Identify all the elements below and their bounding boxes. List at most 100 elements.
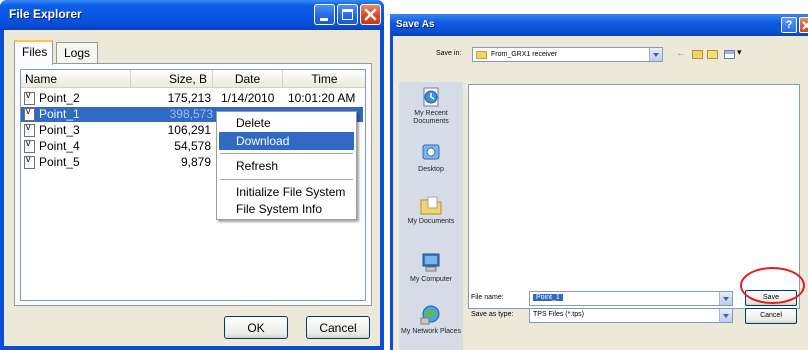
- file-icon: [24, 90, 35, 105]
- place-my-recent-documents[interactable]: My Recent Documents: [399, 86, 463, 126]
- file-name: Point_3: [39, 123, 80, 137]
- save-as-title: Save As: [396, 19, 435, 30]
- place-label: My Network Places: [401, 328, 461, 335]
- tab-files[interactable]: Files: [14, 40, 53, 65]
- recent-documents-icon: [423, 87, 439, 107]
- menu-separator: [220, 179, 353, 180]
- ok-label: OK: [247, 321, 265, 335]
- file-size: 106,291: [167, 123, 211, 137]
- chevron-down-icon[interactable]: [719, 292, 732, 305]
- cancel-button[interactable]: Cancel: [306, 316, 370, 339]
- close-button[interactable]: [360, 4, 381, 25]
- save-as-body: Save in: From_GRX1 receiver ← ▾ My Recen…: [393, 36, 808, 350]
- place-desktop[interactable]: Desktop: [399, 142, 463, 174]
- file-name: Point_5: [39, 155, 80, 169]
- folder-icon: [476, 51, 487, 59]
- chevron-down-icon[interactable]: [719, 309, 732, 322]
- views-dropdown-icon[interactable]: ▾: [737, 47, 742, 58]
- tab-files-label: Files: [22, 45, 48, 59]
- places-bar: My Recent Documents Desktop My Documents: [399, 82, 463, 350]
- context-menu: Delete Download Refresh Initialize File …: [216, 111, 357, 220]
- file-name-value: Point_1: [533, 294, 563, 301]
- menu-item-download-label: Download: [236, 134, 290, 148]
- save-as-cancel-label: Cancel: [760, 312, 782, 319]
- column-time-label: Time: [311, 72, 338, 86]
- column-name-label: Name: [25, 72, 58, 86]
- close-icon: [802, 21, 808, 30]
- place-label: My Recent Documents: [413, 110, 449, 125]
- place-label: My Computer: [409, 276, 452, 283]
- file-name-input[interactable]: Point_1: [529, 291, 733, 306]
- file-explorer-titlebar[interactable]: File Explorer: [0, 0, 384, 30]
- place-my-computer[interactable]: My Computer: [399, 252, 463, 284]
- column-header-name[interactable]: Name: [21, 70, 131, 88]
- file-icon: [24, 154, 35, 169]
- minimize-button[interactable]: [314, 4, 335, 25]
- place-my-network-places[interactable]: My Network Places: [399, 304, 463, 336]
- file-size: 54,578: [174, 139, 211, 153]
- column-header-size[interactable]: Size, B: [131, 70, 213, 88]
- file-size: 175,213: [167, 91, 211, 105]
- up-folder-icon[interactable]: [692, 50, 703, 59]
- save-in-label: Save in:: [436, 50, 462, 57]
- file-name: Point_4: [39, 139, 80, 153]
- chevron-down-icon[interactable]: [649, 48, 662, 61]
- back-icon[interactable]: ←: [676, 48, 686, 59]
- column-size-label: Size, B: [168, 72, 207, 86]
- maximize-icon: [342, 9, 353, 20]
- help-button[interactable]: ?: [781, 17, 797, 33]
- file-explorer-title: File Explorer: [9, 7, 82, 21]
- table-row[interactable]: Point_2 175,213 1/14/2010 10:01:20 AM: [21, 90, 365, 106]
- place-my-documents[interactable]: My Documents: [399, 194, 463, 226]
- menu-item-delete-label: Delete: [236, 116, 271, 130]
- file-icon: [24, 138, 35, 153]
- save-as-window: Save As ? Save in: From_GRX1 receiver ← …: [390, 14, 808, 350]
- file-name-label: File name:: [471, 294, 504, 301]
- place-label: Desktop: [418, 166, 444, 173]
- desktop-icon: [422, 144, 440, 160]
- menu-item-refresh[interactable]: Refresh: [219, 157, 354, 175]
- file-icon: [24, 122, 35, 137]
- save-as-titlebar[interactable]: Save As ?: [390, 14, 808, 36]
- save-as-toolbar: ← ▾: [676, 47, 751, 62]
- tab-logs[interactable]: Logs: [56, 42, 98, 64]
- save-as-type-dropdown[interactable]: TPS Files (*.tps): [529, 308, 733, 323]
- save-highlight-annotation: [740, 267, 805, 304]
- help-icon: ?: [785, 19, 793, 31]
- my-documents-icon: [420, 196, 442, 215]
- menu-item-refresh-label: Refresh: [236, 159, 279, 173]
- menu-item-initialize-file-system[interactable]: Initialize File System: [219, 183, 354, 201]
- save-as-close-button[interactable]: [799, 17, 808, 33]
- menu-item-initialize-label: Initialize File System: [236, 185, 346, 199]
- save-as-type-label: Save as type:: [471, 311, 514, 318]
- menu-separator: [220, 153, 353, 154]
- menu-item-download[interactable]: Download: [219, 132, 354, 150]
- file-icon: [24, 106, 35, 121]
- menu-item-info-label: File System Info: [236, 202, 323, 216]
- file-size: 9,879: [180, 155, 211, 169]
- cancel-label: Cancel: [319, 321, 357, 335]
- menu-item-delete[interactable]: Delete: [219, 114, 354, 132]
- file-name: Point_2: [39, 91, 80, 105]
- network-places-icon: [420, 305, 440, 325]
- save-as-type-value: TPS Files (*.tps): [533, 311, 584, 318]
- tab-logs-label: Logs: [64, 46, 91, 60]
- save-in-value: From_GRX1 receiver: [491, 51, 558, 58]
- minimize-icon: [320, 18, 328, 21]
- ok-button[interactable]: OK: [224, 316, 288, 339]
- file-time: 10:01:20 AM: [288, 91, 356, 105]
- new-folder-icon[interactable]: [707, 50, 718, 59]
- file-name: Point_1: [39, 107, 80, 121]
- save-in-dropdown[interactable]: From_GRX1 receiver: [472, 47, 663, 62]
- views-menu-icon[interactable]: [724, 50, 735, 59]
- column-header-date[interactable]: Date: [213, 70, 283, 88]
- column-header-time[interactable]: Time: [283, 70, 365, 88]
- save-as-cancel-button[interactable]: Cancel: [745, 308, 797, 324]
- place-label: My Documents: [407, 218, 455, 225]
- column-date-label: Date: [234, 72, 261, 86]
- close-icon: [364, 8, 377, 21]
- file-size: 398,573: [169, 107, 213, 121]
- my-computer-icon: [422, 253, 440, 272]
- maximize-button[interactable]: [337, 4, 358, 25]
- menu-item-file-system-info[interactable]: File System Info: [219, 200, 354, 218]
